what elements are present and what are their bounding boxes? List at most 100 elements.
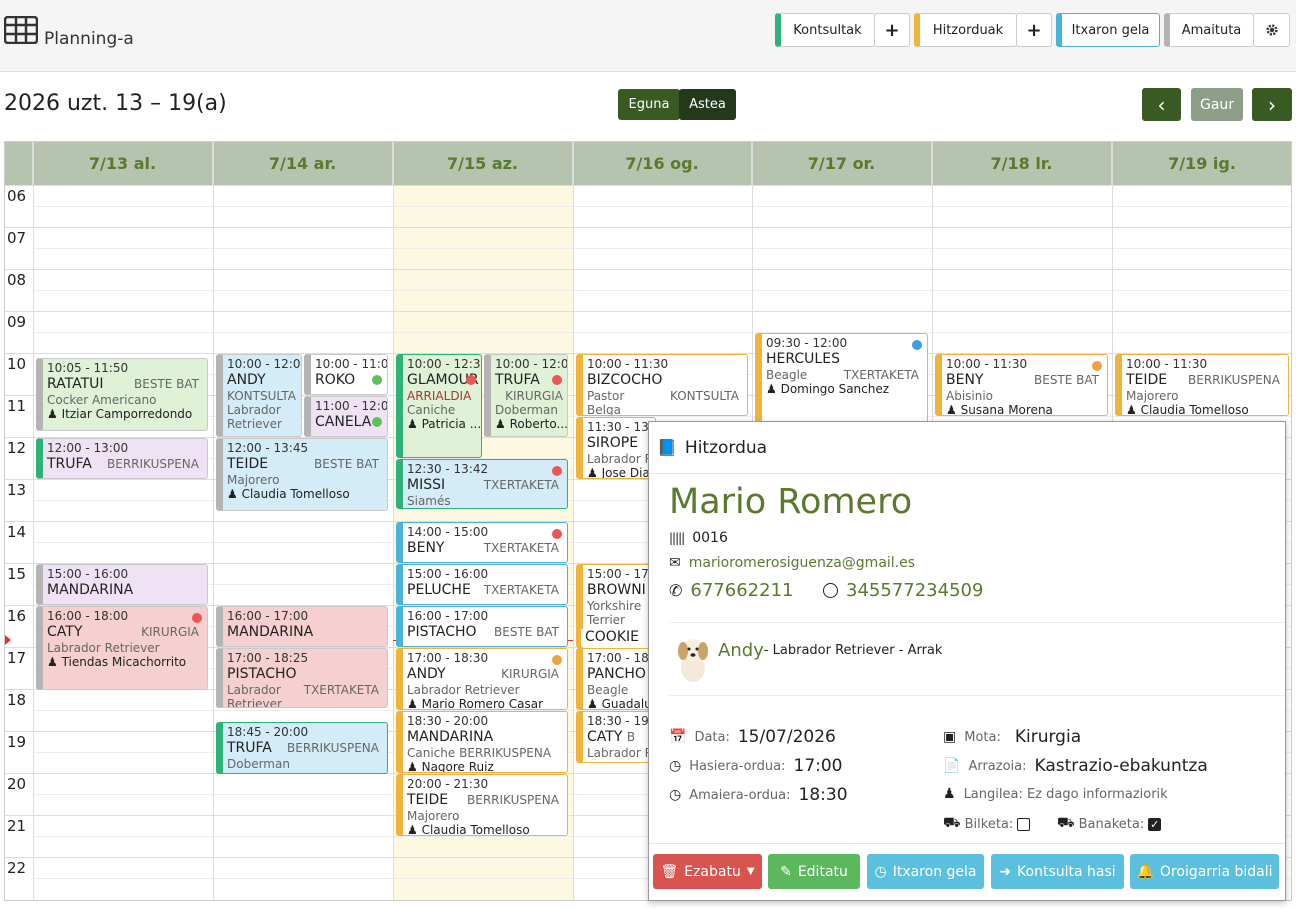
calendar-event[interactable]: 10:00 - 11:00ROKO [304, 354, 388, 395]
end-time-field: ◷ Amaiera-ordua: 18:30 [669, 785, 848, 805]
hour-label: 08 [7, 271, 27, 289]
corner-header [5, 142, 33, 185]
add-consult-button[interactable]: + [874, 13, 910, 47]
hour-label: 14 [7, 523, 27, 541]
top-bar: Planning-a Kontsultak + Hitzorduak + Itx… [0, 0, 1296, 72]
appointments-button[interactable]: Hitzorduak [914, 13, 1017, 47]
day-view-button[interactable]: Eguna [618, 89, 680, 120]
hour-label: 06 [7, 187, 27, 205]
calendar-event[interactable]: COOKIE [581, 628, 656, 648]
day-header[interactable]: 7/16 og. [573, 142, 752, 185]
calendar-event[interactable]: 11:00 - 12:00CANELA [304, 396, 388, 437]
start-consult-button[interactable]: ➜ Kontsulta hasi [991, 854, 1124, 889]
finished-button[interactable]: Amaituta [1164, 13, 1254, 47]
hour-label: 15 [7, 565, 27, 583]
page-title: Planning-a [44, 29, 134, 49]
client-code: ||||| 0016 [669, 530, 728, 546]
calendar-event[interactable]: 12:00 - 13:45 TEIDE BESTE BAT Majorero ♟ Cl… [216, 438, 388, 511]
pet-avatar [673, 630, 713, 684]
calendar-event[interactable]: 17:00 - 18:30PANCHO Beagle♟ Guadalu [576, 648, 656, 710]
user-icon: ♟ [495, 417, 506, 431]
half-hour-gridline [33, 206, 1291, 207]
calendar-event[interactable]: 10:05 - 11:50 RATATUI BESTE BAT Cocker Ame… [36, 358, 208, 431]
calendar-event[interactable]: 10:00 - 11:30 TEIDE BERRIKUSPENA Majorero ♟… [1115, 354, 1289, 416]
calendar-event[interactable]: 17:00 - 18:30 ANDY KIRURGIA Labrador Retri… [396, 648, 568, 710]
calendar-event[interactable]: 18:45 - 20:00 TRUFA BERRIKUSPENA Doberman [216, 722, 388, 774]
waiting-room-button[interactable]: Itxaron gela [1056, 13, 1160, 47]
day-header[interactable]: 7/13 al. [33, 142, 213, 185]
calendar-event[interactable]: 17:00 - 18:25 PISTACHO TXERTAKETA Labrador… [216, 648, 388, 708]
hour-gridline [5, 269, 1291, 270]
client-phone[interactable]: ✆ 677662211 [669, 580, 793, 601]
hour-label: 09 [7, 313, 27, 331]
day-header[interactable]: 7/18 lr. [932, 142, 1112, 185]
hour-label: 19 [7, 733, 27, 751]
status-dot [912, 340, 922, 350]
pickup-checkbox[interactable] [1017, 817, 1031, 831]
settings-button[interactable] [1253, 13, 1290, 47]
calendar-event[interactable]: 12:00 - 13:00 TRUFA BERRIKUSPENA [36, 438, 208, 479]
pickup-field: ⛟ Bilketa: [943, 815, 1031, 833]
status-dot [552, 466, 562, 476]
status-dot [552, 529, 562, 539]
hour-label: 18 [7, 691, 27, 709]
next-week-button[interactable]: › [1252, 88, 1292, 121]
calendar-event[interactable]: 10:00 - 11:30 BIZCOCHO KONTSULTA Pastor Be… [576, 354, 748, 416]
type-field: ▣ Mota: Kirurgia [943, 727, 1082, 747]
client-name[interactable]: Mario Romero [669, 482, 912, 522]
calendar-event[interactable]: 16:00 - 18:00 CATY KIRURGIA Labrador Retri… [36, 606, 208, 690]
calendar-event[interactable]: 20:00 - 21:30 TEIDE BERRIKUSPENA Majorero ♟… [396, 774, 568, 836]
week-view-button[interactable]: Astea [679, 89, 736, 120]
calendar-event[interactable]: 10:00 - 12:30 GLAMOUR ARRIALDIA Caniche ♟ … [396, 354, 482, 458]
calendar-event[interactable]: 09:30 - 12:00 HERCULES TXERTAKETA Beagle ♟ … [755, 333, 928, 423]
delivery-checkbox[interactable]: ✓ [1148, 817, 1162, 831]
calendar-event[interactable]: 15:00 - 16:00 PELUCHE TXERTAKETA [396, 564, 568, 605]
day-header[interactable]: 7/19 ig. [1112, 142, 1291, 185]
edit-button[interactable]: ✎ Editatu [768, 854, 860, 889]
hour-label: 13 [7, 481, 27, 499]
book-icon: 📘 [657, 438, 677, 457]
consults-button[interactable]: Kontsultak [775, 13, 875, 47]
hour-label: 16 [7, 607, 27, 625]
delivery-field: ⛟ Banaketa: ✓ [1057, 815, 1162, 832]
send-reminder-button[interactable]: 🔔 Oroigarria bidali [1130, 854, 1279, 889]
status-dot [552, 655, 562, 665]
hour-label: 22 [7, 859, 27, 877]
phone-icon: ✆ [669, 581, 683, 600]
calendar-event[interactable]: 18:30 - 19:45CATY B Labrador R [576, 711, 656, 763]
popover-title: Hitzordua [684, 437, 768, 458]
prev-week-button[interactable]: ‹ [1142, 88, 1181, 121]
client-email[interactable]: ✉ marioromerosiguenza@gmail.es [669, 555, 915, 571]
calendar-event[interactable]: 18:30 - 20:00 MANDARINA Caniche BERRIKUSP… [396, 711, 568, 773]
hour-gridline [5, 227, 1291, 228]
user-icon: ♟ [227, 487, 238, 501]
edit-icon: ✎ [780, 863, 792, 880]
delete-button[interactable]: 🗑 Ezabatu ▼ [653, 854, 762, 889]
status-dot [372, 375, 382, 385]
calendar-event[interactable]: 10:00 - 12:00TRUFA KIRURGIADoberman ♟ Ro… [484, 354, 568, 437]
whatsapp-icon [823, 583, 838, 598]
user-icon: ♟ [407, 760, 418, 773]
calendar-event[interactable]: 15:00 - 16:00 MANDARINA [36, 564, 208, 605]
user-icon: ♟ [407, 823, 418, 836]
client-whatsapp[interactable]: 345577234509 [823, 580, 983, 601]
calendar-event[interactable]: 10:00 - 11:30 BENY BESTE BAT Abisinio ♟ Sus… [935, 354, 1108, 416]
caret-down-icon: ▼ [746, 866, 755, 877]
day-header[interactable]: 7/15 az. [393, 142, 573, 185]
status-dot [192, 613, 202, 623]
calendar-event[interactable]: 10:00 - 12:00 ANDY KONTSULTA Labrador Retr… [216, 354, 302, 437]
calendar-event[interactable]: 16:00 - 17:00 PISTACHO BESTE BAT [396, 606, 568, 647]
today-button[interactable]: Gaur [1191, 88, 1243, 121]
calendar-event[interactable]: 11:30 - 13:00SIROPE Labrador R♟ Jose Dia [576, 417, 656, 479]
calendar-event[interactable]: 16:00 - 17:00 MANDARINA [216, 606, 388, 647]
calendar-event[interactable]: 12:30 - 13:42 MISSI TXERTAKETA Siamés [396, 459, 568, 509]
status-dot [1092, 361, 1102, 371]
add-appointment-button[interactable]: + [1016, 13, 1052, 47]
day-header[interactable]: 7/17 or. [752, 142, 932, 185]
week-range-title: 2026 uzt. 13 – 19(a) [4, 91, 227, 116]
pet-info[interactable]: Andy - Labrador Retriever - Arrak [718, 640, 942, 661]
waiting-room-action-button[interactable]: ◷ Itxaron gela [867, 854, 984, 889]
calendar-event[interactable]: 14:00 - 15:00 BENY TXERTAKETA [396, 522, 568, 563]
day-header[interactable]: 7/14 ar. [213, 142, 393, 185]
status-dot [466, 375, 476, 385]
